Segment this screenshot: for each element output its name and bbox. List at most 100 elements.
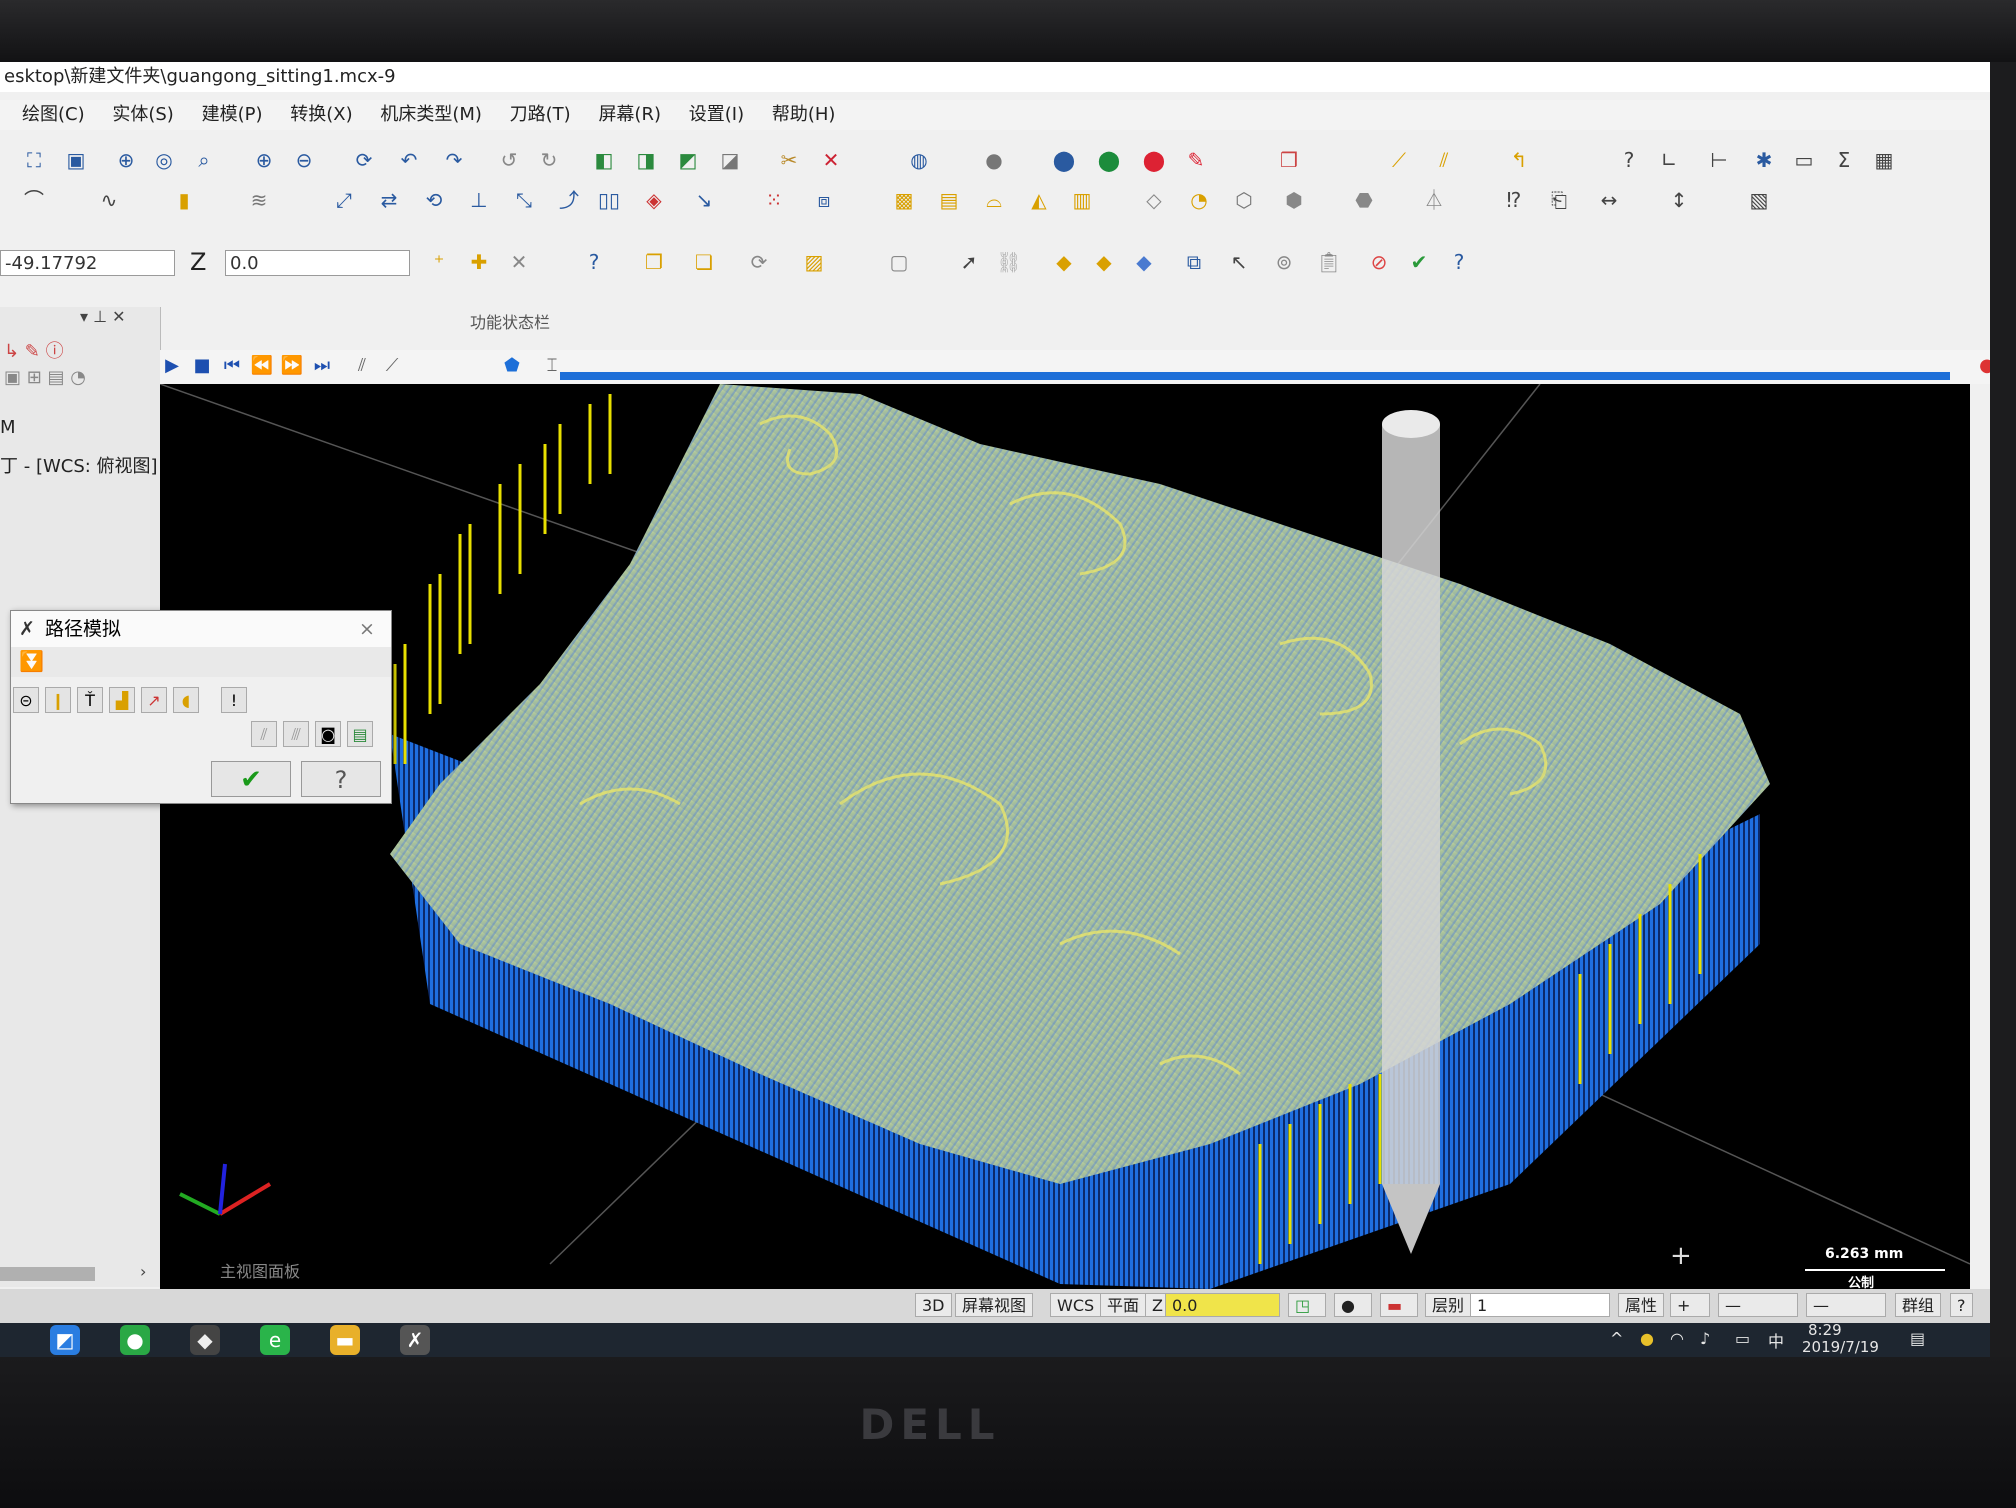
box-red-icon[interactable]: ◈ [640,186,668,214]
sim-show-holder-icon[interactable]: Ť [77,687,103,713]
shade-blue-icon[interactable]: ⬤ [1050,146,1078,174]
right-view-icon[interactable]: ◩ [674,146,702,174]
cube-yellow-2-icon[interactable]: ◆ [1090,248,1118,276]
pointer-arrow-icon[interactable]: ↖ [1225,248,1253,276]
window-zoom-icon[interactable]: ▣ [62,146,90,174]
graphics-viewport[interactable]: + 6.263 mm 公制 [160,384,1970,1289]
offset-icon[interactable]: ≋ [245,186,273,214]
status-attributes[interactable]: 属性 [1618,1293,1665,1317]
area-icon[interactable]: ▨ [800,248,828,276]
delete-icon[interactable]: ✕ [817,146,845,174]
line-icon[interactable]: ⟋ [1385,146,1413,174]
redo-icon[interactable]: ↻ [535,146,563,174]
zoom-window-icon[interactable]: ◎ [150,146,178,174]
rotate-view-icon[interactable]: ⟳ [350,146,378,174]
top-view-icon[interactable]: ◧ [590,146,618,174]
cylinder-icon[interactable]: ▮ [170,186,198,214]
analyze-angle-icon[interactable]: ∟ [1655,146,1683,174]
tray-volume-icon[interactable]: ♪ [1700,1329,1710,1348]
zoom-selected-icon[interactable]: ⌕ [190,146,218,174]
select-pointer-icon[interactable]: ➚ [955,248,983,276]
layout-icon[interactable]: ▦ [1870,146,1898,174]
status-z-input[interactable]: 0.0 [1165,1293,1280,1317]
sim-save-icon[interactable]: ▤ [347,721,373,747]
menu-item-machine-type[interactable]: 机床类型(M) [380,100,482,130]
status-wcs[interactable]: WCS [1050,1293,1102,1317]
surface-offset-icon[interactable]: ◇ [1140,186,1168,214]
record-stop-icon[interactable]: ● [1975,354,1990,378]
globe-icon[interactable]: ◍ [905,146,933,174]
dialog-ok-button[interactable]: ✔ [211,761,291,797]
status-plane[interactable]: 平面 [1100,1293,1147,1317]
marker-icon[interactable]: ⁉ [1500,186,1528,214]
split-icon[interactable]: ▯▯ [595,186,623,214]
scroll-right-arrow-icon[interactable]: › [140,1262,146,1281]
taskbar-mastercam-icon[interactable]: ✗ [400,1325,430,1355]
go-start-icon[interactable]: ⏮ [220,354,244,378]
shade-green-icon[interactable]: ⬤ [1095,146,1123,174]
status-color-green-icon[interactable]: ◳ [1288,1293,1326,1317]
status-color-red-icon[interactable]: ▬ [1380,1293,1418,1317]
stretch-icon[interactable]: ⤴ [555,186,583,214]
stop-red-icon[interactable]: ⊘ [1365,248,1393,276]
hatch-icon[interactable]: ▧ [1745,186,1773,214]
trail-mode-icon[interactable]: ⫽ [350,354,374,378]
simulation-progress-bar[interactable] [560,372,1950,380]
menu-item-model[interactable]: 建模(P) [202,100,263,130]
analyze-icon[interactable]: ? [1615,146,1643,174]
scale-icon[interactable]: ⤡ [510,186,538,214]
help-blue-icon[interactable]: ? [1445,248,1473,276]
speed-slider-handle[interactable]: ⬟ [500,354,524,378]
zoom-in-icon[interactable]: ⊕ [250,146,278,174]
previous-view-icon[interactable]: ↶ [395,146,423,174]
sim-show-tool-icon[interactable]: ❙ [45,687,71,713]
dimension-icon[interactable]: ⊢ [1705,146,1733,174]
note-icon[interactable]: ⎗ [1545,186,1573,214]
expand-chevron-icon[interactable]: ⏬ [19,649,44,673]
taskbar-browser-icon[interactable]: e [260,1325,290,1355]
tree-row-wcs[interactable]: 丁 - [WCS: 俯视图] - [0,452,170,478]
sim-color-toolpath-icon[interactable]: ⊝ [13,687,39,713]
main-viewsheet-label[interactable]: 主视图面板 [220,1258,300,1282]
taskbar-wechat-icon[interactable]: ● [120,1325,150,1355]
solid-box-icon[interactable]: ❒ [1275,146,1303,174]
tray-time[interactable]: 8:29 [1808,1321,1842,1339]
screen-icon[interactable]: ▭ [1790,146,1818,174]
array-icon[interactable]: ⁙ [760,186,788,214]
go-end-icon[interactable]: ⏭ [310,354,334,378]
settings-gear-icon[interactable]: ✱ [1750,146,1778,174]
zoom-out-icon[interactable]: ⊖ [290,146,318,174]
parallel-line-icon[interactable]: ⫽ [1430,146,1458,174]
panel-controls[interactable]: ▾ ⊥ ✕ [80,307,126,326]
select-chain-icon[interactable]: ⛓ [995,248,1023,276]
surface-extrude-icon[interactable]: ▥ [1068,186,1096,214]
next-view-icon[interactable]: ↷ [440,146,468,174]
solid-boolean-icon[interactable]: ⬣ [1350,186,1378,214]
cube-yellow-icon[interactable]: ◆ [1050,248,1078,276]
panel-tool-icons[interactable]: ↳ ✎ ⓘ [4,337,64,363]
spline-icon[interactable]: ∿ [95,186,123,214]
iso-view-icon[interactable]: ◪ [716,146,744,174]
horizontal-scrollbar[interactable] [0,1267,95,1281]
surface-loft-icon[interactable]: ◭ [1025,186,1053,214]
horizontal-dim-icon[interactable]: ↔ [1595,186,1623,214]
sim-step-icon[interactable]: ⫽ [251,721,277,747]
vertical-dim-icon[interactable]: ↕ [1665,186,1693,214]
tray-app-icon[interactable]: ● [1640,1329,1654,1348]
mirror-icon[interactable]: ⇄ [375,186,403,214]
front-view-icon[interactable]: ◨ [632,146,660,174]
surface-revolve-icon[interactable]: ⌓ [980,186,1008,214]
status-3d-button[interactable]: 3D [915,1293,952,1317]
menu-item-toolpaths[interactable]: 刀路(T) [510,100,571,130]
fast-point-icon[interactable]: ⁺ [425,248,453,276]
sim-config-icon[interactable]: ! [221,687,247,713]
sim-shade-icon[interactable]: ◖ [173,687,199,713]
paste-icon[interactable]: ❏ [690,248,718,276]
solid-mesh-icon[interactable]: ⬡ [1230,186,1258,214]
fillet-icon[interactable]: ↰ [1505,146,1533,174]
z-coordinate-field[interactable]: 0.0 [225,250,410,276]
taskbar-fox-icon[interactable]: ◆ [190,1325,220,1355]
rotate-icon[interactable]: ⟲ [420,186,448,214]
surface-grid-icon[interactable]: ▩ [890,186,918,214]
status-color-gray-icon[interactable]: ● [1334,1293,1372,1317]
